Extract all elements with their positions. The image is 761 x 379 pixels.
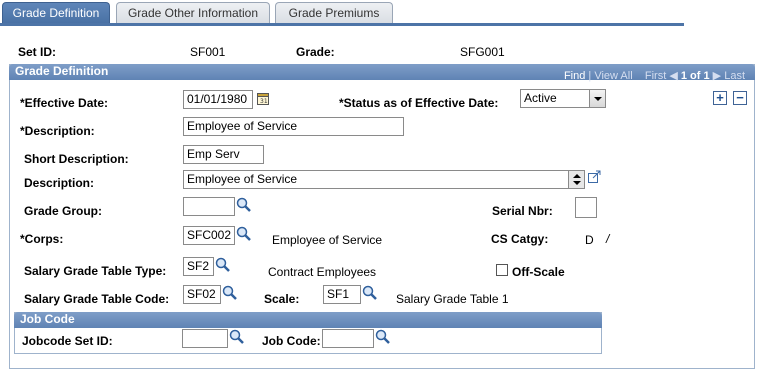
plus-icon: + bbox=[716, 90, 724, 105]
minus-icon: − bbox=[736, 90, 744, 105]
job-code-title: Job Code bbox=[20, 312, 75, 326]
jobcode-setid-input[interactable] bbox=[182, 329, 228, 348]
jobcode-setid-label: Jobcode Set ID: bbox=[22, 334, 113, 348]
status-label: *Status as of Effective Date: bbox=[339, 96, 499, 110]
lookup-icon[interactable] bbox=[236, 197, 252, 213]
corps-description: Employee of Service bbox=[272, 233, 383, 247]
first-arrow-icon[interactable]: ◀ bbox=[669, 70, 677, 82]
lookup-icon[interactable] bbox=[375, 329, 391, 345]
delete-row-button[interactable]: − bbox=[733, 91, 747, 105]
scale-description: Salary Grade Table 1 bbox=[396, 292, 509, 306]
short-description-label: Short Description: bbox=[24, 152, 129, 166]
corps-input[interactable]: SFC002 bbox=[183, 226, 235, 245]
scale-label: Scale: bbox=[264, 292, 300, 306]
effective-date-input[interactable]: 01/01/1980 bbox=[183, 90, 253, 109]
corps-label: *Corps: bbox=[20, 232, 64, 246]
grade-group-input[interactable] bbox=[183, 197, 235, 216]
off-scale-label: Off-Scale bbox=[512, 265, 565, 279]
salary-grade-table-code-label: Salary Grade Table Code: bbox=[24, 292, 170, 306]
grade-group-label: Grade Group: bbox=[24, 204, 103, 218]
tab-grade-definition[interactable]: Grade Definition bbox=[2, 2, 110, 25]
description-input[interactable]: Employee of Service bbox=[183, 117, 404, 136]
cs-catgy-separator: / bbox=[606, 232, 610, 246]
tab-underline bbox=[0, 23, 684, 26]
last-arrow-icon[interactable]: ▶ bbox=[713, 70, 721, 82]
scale-input[interactable]: SF1 bbox=[323, 285, 361, 304]
salary-grade-table-type-input[interactable]: SF2 bbox=[183, 257, 214, 276]
description-label: *Description: bbox=[20, 124, 95, 138]
long-description-label: Description: bbox=[24, 176, 95, 190]
scroll-arrows-icon bbox=[573, 174, 581, 185]
salary-grade-table-type-label: Salary Grade Table Type: bbox=[24, 264, 167, 278]
last-link[interactable]: Last bbox=[724, 70, 745, 82]
long-description-input[interactable]: Employee of Service bbox=[183, 170, 585, 189]
chevron-down-icon bbox=[594, 97, 602, 101]
lookup-icon[interactable] bbox=[222, 285, 238, 301]
serial-nbr-label: Serial Nbr: bbox=[492, 204, 553, 218]
lookup-icon[interactable] bbox=[229, 329, 245, 345]
job-code-header: Job Code bbox=[14, 312, 602, 328]
setid-label: Set ID: bbox=[18, 45, 57, 59]
first-link[interactable]: First bbox=[645, 70, 666, 82]
salary-grade-table-type-description: Contract Employees bbox=[268, 265, 377, 279]
off-scale-checkbox[interactable] bbox=[496, 264, 508, 276]
row-navigation: Find | View All First ◀ 1 of 1 ▶ Last bbox=[563, 70, 745, 82]
tab-grade-premiums[interactable]: Grade Premiums bbox=[275, 2, 393, 24]
setid-value: SF001 bbox=[190, 45, 226, 59]
job-code-label: Job Code: bbox=[262, 334, 321, 348]
add-row-button[interactable]: + bbox=[713, 91, 727, 105]
job-code-input[interactable] bbox=[322, 329, 374, 348]
lookup-icon[interactable] bbox=[215, 257, 231, 273]
find-link[interactable]: Find bbox=[564, 70, 585, 82]
salary-grade-table-code-input[interactable]: SF02 bbox=[183, 285, 221, 304]
lookup-icon[interactable] bbox=[236, 226, 252, 242]
cs-catgy-label: CS Catgy: bbox=[491, 232, 549, 246]
grade-label: Grade: bbox=[296, 45, 335, 59]
svg-text:31: 31 bbox=[260, 98, 268, 105]
row-position: 1 of 1 bbox=[680, 70, 710, 82]
effective-date-label: *Effective Date: bbox=[20, 96, 109, 110]
status-selected-value: Active bbox=[524, 91, 557, 105]
lookup-icon[interactable] bbox=[362, 285, 378, 301]
short-description-input[interactable]: Emp Serv bbox=[183, 145, 264, 164]
description-spinner[interactable] bbox=[568, 171, 584, 188]
cs-catgy-value: D bbox=[585, 233, 594, 247]
status-dropdown-button[interactable] bbox=[589, 90, 605, 107]
expand-text-icon[interactable] bbox=[588, 170, 601, 183]
grade-value: SFG001 bbox=[460, 45, 505, 59]
serial-nbr-input[interactable] bbox=[575, 197, 597, 218]
tab-grade-other-information[interactable]: Grade Other Information bbox=[116, 2, 270, 24]
grade-definition-title: Grade Definition bbox=[15, 64, 109, 78]
calendar-icon[interactable]: 31 bbox=[257, 92, 269, 105]
view-all-link[interactable]: View All bbox=[594, 70, 632, 82]
